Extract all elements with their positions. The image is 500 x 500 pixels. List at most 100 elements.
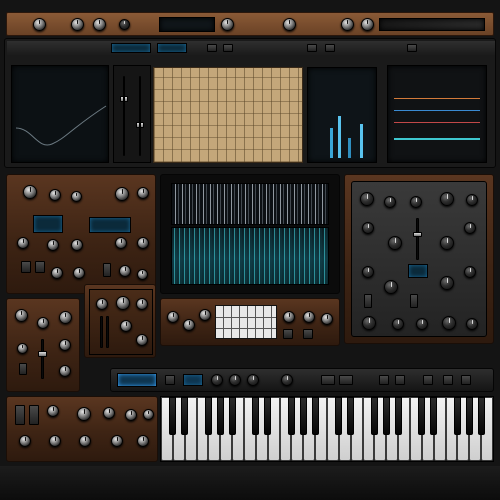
header-button-2[interactable] [223, 44, 233, 52]
header-button-1[interactable] [207, 44, 217, 52]
fx-mid-knob-2[interactable] [116, 296, 130, 310]
bottom-left-knob-9[interactable] [111, 435, 123, 447]
black-key[interactable] [216, 397, 224, 436]
fx-left-knob-5[interactable] [59, 339, 71, 351]
black-key[interactable] [181, 397, 189, 436]
keyboard-knob-2[interactable] [229, 374, 241, 386]
keyboard-button-5[interactable] [395, 375, 405, 385]
eq-plot-display[interactable] [11, 65, 109, 163]
synth-left-knob-8[interactable] [71, 239, 83, 251]
black-key[interactable] [347, 397, 355, 436]
synth-left-knob-1[interactable] [23, 185, 37, 199]
synth-right-knob-4[interactable] [440, 192, 454, 206]
fx-left-knob-4[interactable] [17, 343, 28, 354]
waveform-display[interactable] [171, 183, 329, 225]
bottom-left-knob-8[interactable] [79, 435, 91, 447]
synth-right-knob-2[interactable] [384, 196, 396, 208]
rack-knob-6[interactable] [283, 18, 296, 31]
keyboard-button-3[interactable] [339, 375, 353, 385]
synth-right-knob-12[interactable] [440, 276, 454, 290]
fx-left-fader-1[interactable] [38, 351, 47, 357]
keyboard-button-1[interactable] [165, 375, 175, 385]
black-key[interactable] [335, 397, 343, 436]
fx-mid-knob-5[interactable] [136, 334, 148, 346]
bottom-left-knob-7[interactable] [49, 435, 61, 447]
bottom-left-button-1[interactable] [15, 405, 25, 425]
fx-left-knob-6[interactable] [59, 365, 71, 377]
fx-mid-knob-3[interactable] [136, 298, 148, 310]
synth-left-knob-7[interactable] [47, 239, 59, 251]
header-button-4[interactable] [325, 44, 335, 52]
synth-left-button-2[interactable] [35, 261, 45, 273]
keyboard-knob-3[interactable] [247, 374, 259, 386]
synth-left-knob-10[interactable] [137, 237, 149, 249]
fx-left-knob-3[interactable] [59, 311, 72, 324]
synth-left-knob-3[interactable] [71, 191, 82, 202]
bottom-left-knob-6[interactable] [19, 435, 31, 447]
rack-knob-8[interactable] [361, 18, 374, 31]
keyboard-knob-1[interactable] [211, 374, 223, 386]
fx-left-knob-1[interactable] [15, 309, 28, 322]
black-key[interactable] [453, 397, 461, 436]
synth-left-knob-5[interactable] [137, 187, 149, 199]
sequencer-knob-4[interactable] [283, 311, 295, 323]
header-button-3[interactable] [307, 44, 317, 52]
keyboard-button-7[interactable] [443, 375, 453, 385]
black-key[interactable] [477, 397, 485, 436]
black-key[interactable] [287, 397, 295, 436]
synth-right-knob-8[interactable] [440, 236, 454, 250]
bottom-left-button-2[interactable] [29, 405, 39, 425]
black-key[interactable] [311, 397, 319, 436]
synth-right-knob-18[interactable] [466, 318, 478, 330]
keyboard-button-2[interactable] [321, 375, 335, 385]
bottom-left-knob-4[interactable] [125, 409, 137, 421]
black-key[interactable] [465, 397, 473, 436]
synth-right-knob-1[interactable] [360, 192, 374, 206]
synth-left-knob-6[interactable] [17, 237, 29, 249]
rack-knob-4[interactable] [119, 19, 130, 30]
synth-right-knob-9[interactable] [464, 222, 476, 234]
synth-left-button-3[interactable] [103, 263, 111, 277]
black-key[interactable] [252, 397, 260, 436]
bottom-left-knob-3[interactable] [103, 407, 115, 419]
synth-left-knob-11[interactable] [51, 267, 63, 279]
synth-left-knob-12[interactable] [73, 267, 85, 279]
sequencer-knob-1[interactable] [167, 311, 179, 323]
synth-right-knob-16[interactable] [416, 318, 428, 330]
synth-right-knob-17[interactable] [442, 316, 456, 330]
synth-left-knob-14[interactable] [137, 269, 148, 280]
fx-mid-knob-4[interactable] [120, 320, 132, 332]
meter-display[interactable] [307, 67, 377, 163]
synth-right-knob-14[interactable] [362, 316, 376, 330]
black-key[interactable] [204, 397, 212, 436]
keyboard-button-4[interactable] [379, 375, 389, 385]
black-key[interactable] [394, 397, 402, 436]
scope-display[interactable] [387, 65, 487, 163]
synth-left-button-1[interactable] [21, 261, 31, 273]
synth-right-knob-15[interactable] [392, 318, 404, 330]
black-key[interactable] [382, 397, 390, 436]
black-key[interactable] [228, 397, 236, 436]
synth-right-button-1[interactable] [364, 294, 372, 308]
rack-knob-2[interactable] [71, 18, 84, 31]
synth-right-knob-10[interactable] [362, 266, 374, 278]
black-key[interactable] [264, 397, 272, 436]
synth-right-knob-11[interactable] [384, 280, 398, 294]
spectrogram-display[interactable] [171, 227, 329, 285]
keyboard-button-6[interactable] [423, 375, 433, 385]
synth-right-knob-6[interactable] [362, 222, 374, 234]
bottom-left-knob-10[interactable] [137, 435, 149, 447]
sequencer-button-2[interactable] [303, 329, 313, 339]
rack-knob-3[interactable] [93, 18, 106, 31]
rack-knob-1[interactable] [33, 18, 46, 31]
piano-roll-grid[interactable] [153, 67, 303, 163]
step-pad-grid[interactable] [215, 305, 277, 339]
fx-left-knob-2[interactable] [37, 317, 49, 329]
synth-left-knob-2[interactable] [49, 189, 61, 201]
keyboard-button-8[interactable] [461, 375, 471, 385]
black-key[interactable] [299, 397, 307, 436]
fx-left-button-1[interactable] [19, 363, 27, 375]
synth-right-knob-7[interactable] [388, 236, 402, 250]
rack-knob-5[interactable] [221, 18, 234, 31]
synth-left-knob-13[interactable] [119, 265, 131, 277]
